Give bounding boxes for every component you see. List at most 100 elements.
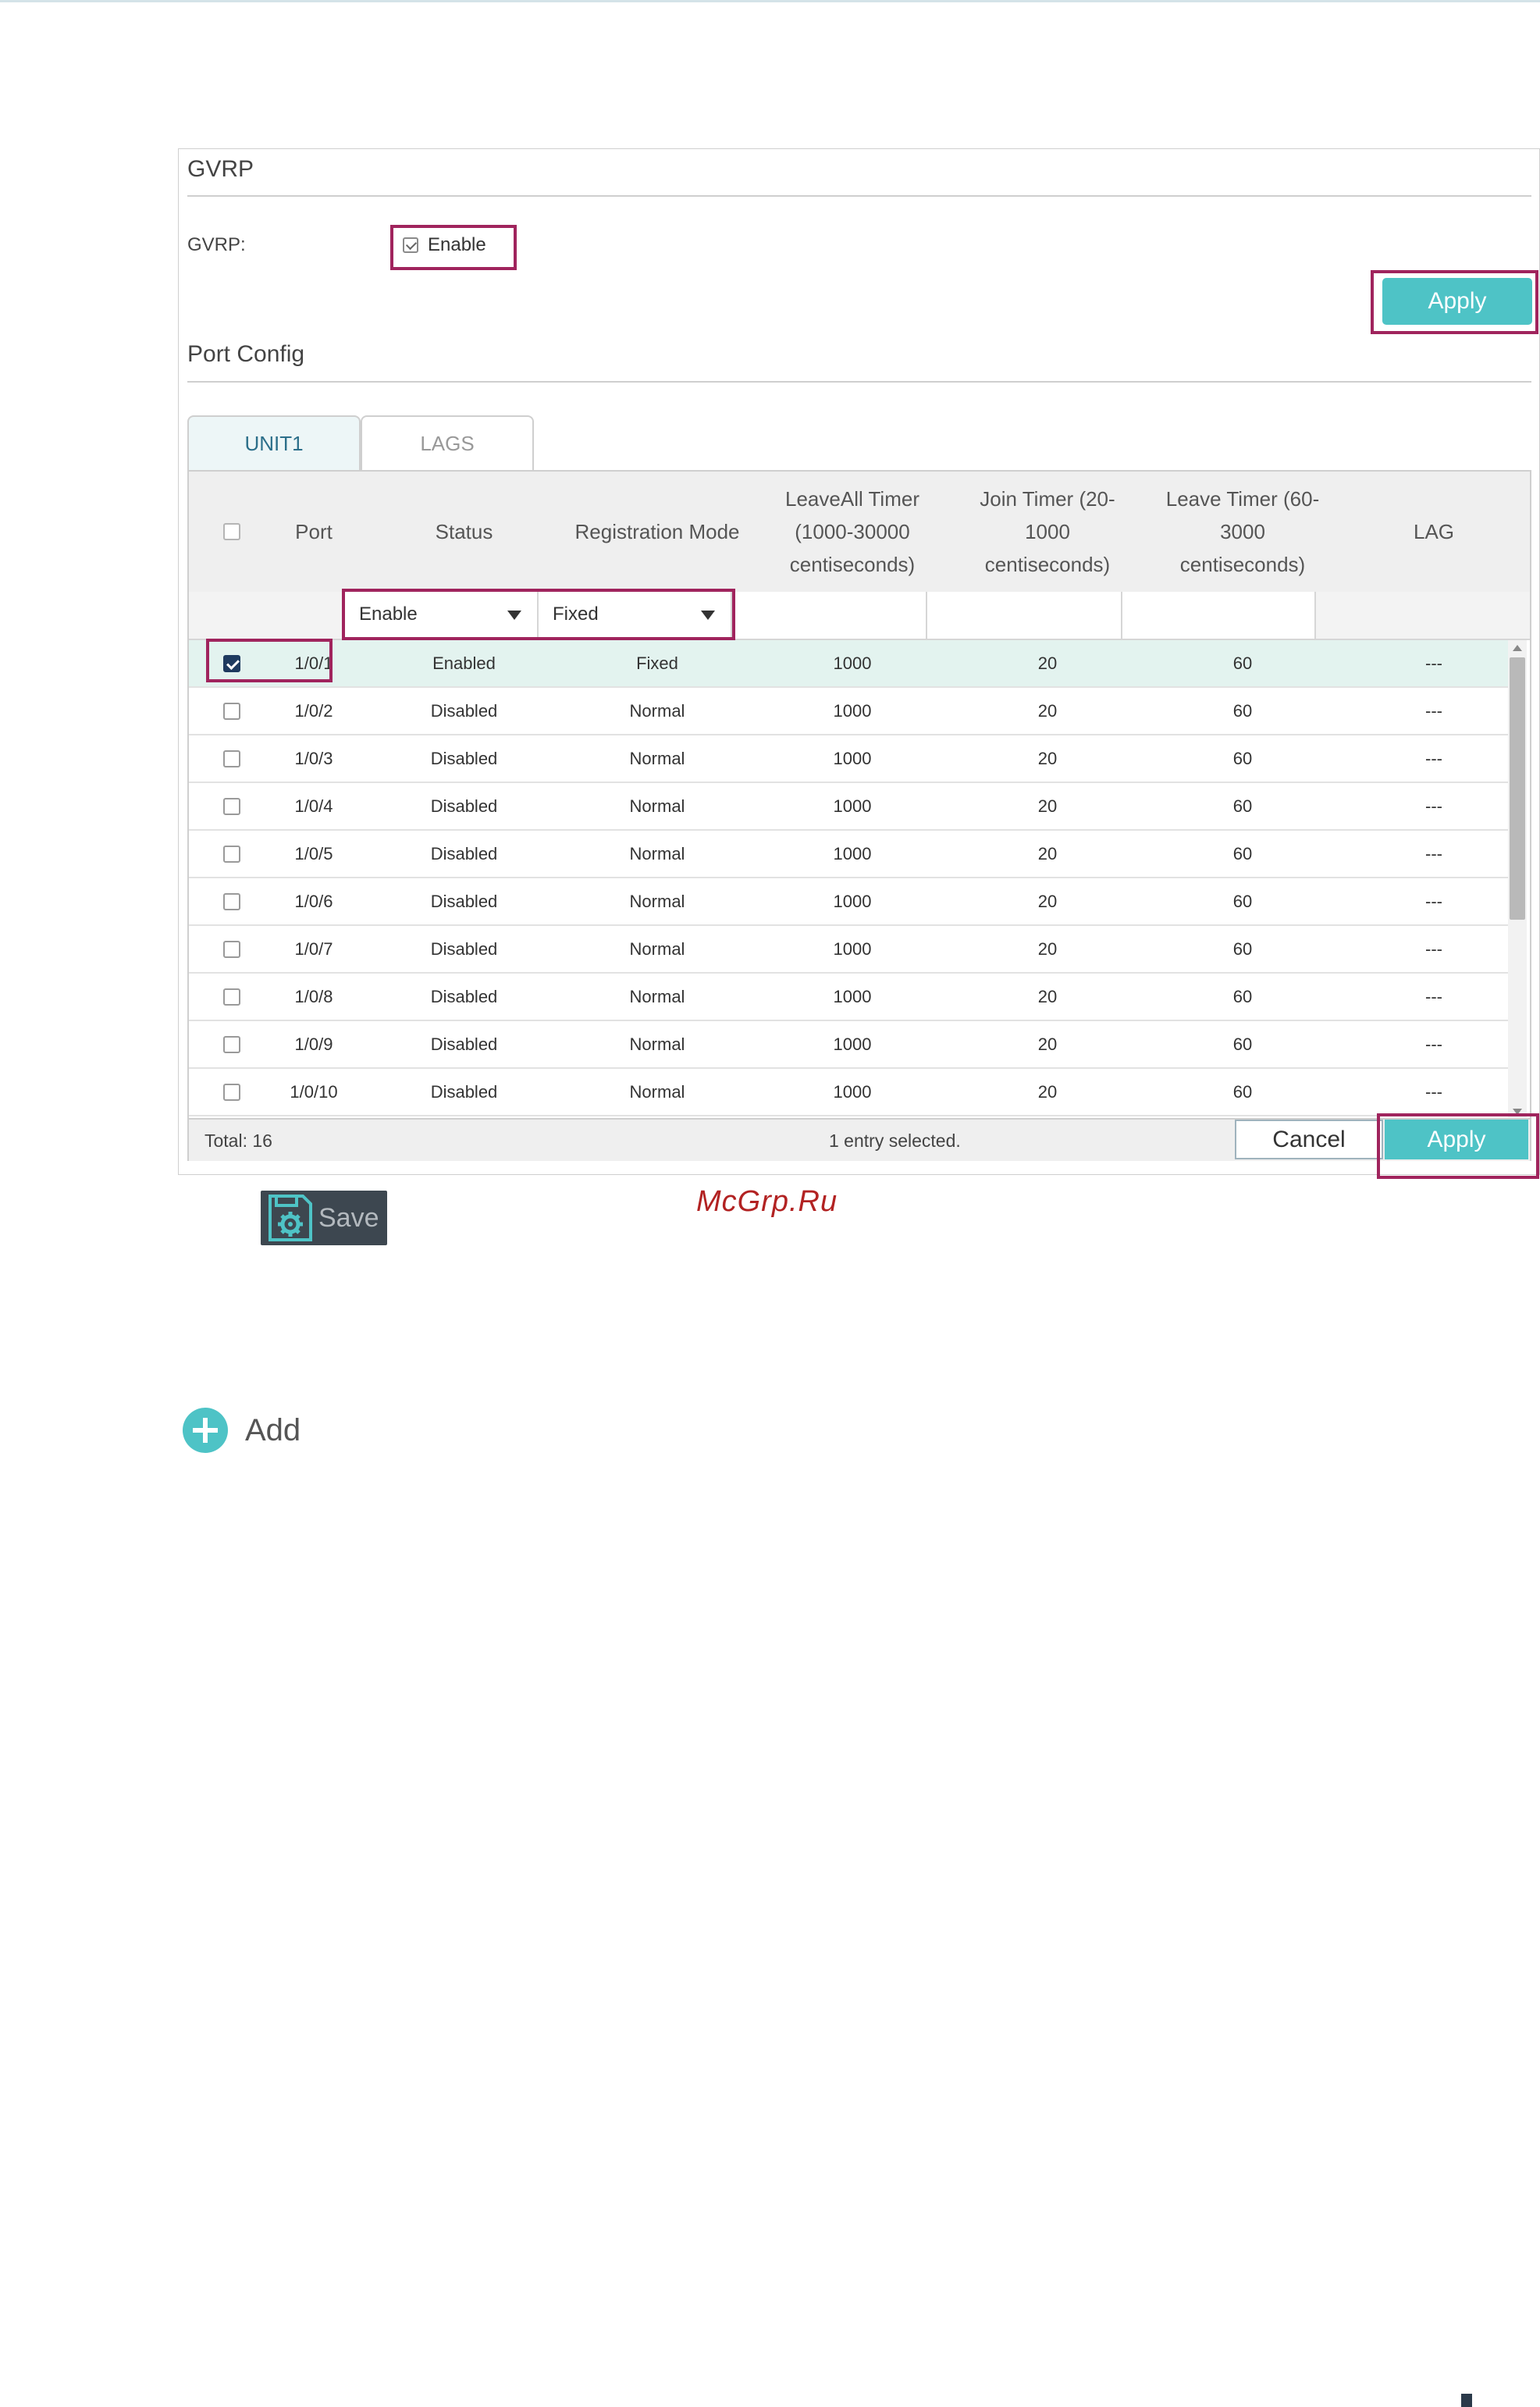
cell-lag: --- [1425, 1034, 1442, 1054]
cell-lag: --- [1425, 938, 1442, 959]
save-gear-icon [269, 1195, 312, 1241]
col-status: Status [435, 520, 493, 543]
cell-join-timer: 20 [1037, 1081, 1058, 1102]
cell-registration-mode: Normal [629, 843, 685, 863]
cell-registration-mode: Normal [629, 796, 685, 816]
row-checkbox[interactable] [223, 1083, 240, 1101]
table-scrollbar[interactable] [1508, 640, 1527, 1120]
join-timer-input[interactable] [926, 592, 1121, 639]
cell-join-timer: 20 [1037, 748, 1058, 768]
cell-registration-mode: Normal [629, 700, 685, 721]
cell-lag: --- [1425, 986, 1442, 1006]
gvrp-section-title: GVRP [187, 156, 254, 182]
cell-leaveall-timer: 1000 [833, 653, 872, 673]
cell-port: 1/0/4 [294, 796, 333, 816]
cell-port: 1/0/6 [294, 891, 333, 911]
cell-status: Disabled [430, 1034, 498, 1054]
select-all-checkbox[interactable] [223, 523, 240, 540]
cell-status: Disabled [430, 748, 498, 768]
table-row[interactable]: 1/0/10 Disabled Normal 1000 20 60 --- [189, 1069, 1508, 1116]
table-footer: Total: 16 1 entry selected. Cancel Apply [189, 1118, 1530, 1161]
table-row[interactable]: 1/0/2 Disabled Normal 1000 20 60 --- [189, 688, 1508, 735]
gvrp-label: GVRP: [187, 234, 246, 255]
scrollbar-thumb[interactable] [1510, 657, 1525, 920]
cell-join-timer: 20 [1037, 653, 1058, 673]
cell-join-timer: 20 [1037, 843, 1058, 863]
cell-status: Disabled [430, 700, 498, 721]
table-body: 1/0/1 Enabled Fixed 1000 20 60 --- 1/0/2 Disable… [189, 640, 1508, 1120]
cell-lag: --- [1425, 843, 1442, 863]
leave-timer-input[interactable] [1121, 592, 1316, 639]
cell-lag: --- [1425, 1081, 1442, 1102]
cell-leave-timer: 60 [1232, 748, 1253, 768]
cancel-button[interactable]: Cancel [1235, 1120, 1383, 1159]
cell-status: Disabled [430, 891, 498, 911]
cell-leaveall-timer: 1000 [833, 891, 872, 911]
cell-leave-timer: 60 [1232, 891, 1253, 911]
table-row[interactable]: 1/0/1 Enabled Fixed 1000 20 60 --- [189, 640, 1508, 688]
cell-registration-mode: Fixed [636, 653, 678, 673]
gvrp-divider [187, 195, 1531, 197]
row-checkbox[interactable] [223, 1035, 240, 1053]
cell-leaveall-timer: 1000 [833, 748, 872, 768]
row-checkbox[interactable] [223, 940, 240, 958]
table-header: Port Status Registration Mode LeaveAll T… [189, 472, 1530, 593]
row-checkbox[interactable] [223, 750, 240, 767]
cell-join-timer: 20 [1037, 891, 1058, 911]
cell-leave-timer: 60 [1232, 1081, 1253, 1102]
cell-status: Disabled [430, 796, 498, 816]
table-row[interactable]: 1/0/8 Disabled Normal 1000 20 60 --- [189, 974, 1508, 1021]
cell-registration-mode: Normal [629, 891, 685, 911]
cell-port: 1/0/3 [294, 748, 333, 768]
cell-join-timer: 20 [1037, 1034, 1058, 1054]
col-registration-mode: Registration Mode [574, 520, 740, 543]
table-row[interactable]: 1/0/5 Disabled Normal 1000 20 60 --- [189, 831, 1508, 878]
cell-leave-timer: 60 [1232, 700, 1253, 721]
cell-leave-timer: 60 [1232, 986, 1253, 1006]
table-row[interactable]: 1/0/3 Disabled Normal 1000 20 60 --- [189, 735, 1508, 783]
cell-lag: --- [1425, 748, 1442, 768]
row-checkbox[interactable] [223, 702, 240, 720]
col-join-timer: Join Timer (20- 1000 centiseconds) [980, 487, 1115, 576]
table-row[interactable]: 1/0/9 Disabled Normal 1000 20 60 --- [189, 1021, 1508, 1069]
row-checkbox[interactable] [223, 988, 240, 1006]
cell-status: Enabled [432, 653, 496, 673]
col-leave-timer: Leave Timer (60- 3000 centiseconds) [1165, 487, 1320, 576]
cell-status: Disabled [430, 843, 498, 863]
cell-leave-timer: 60 [1232, 1034, 1253, 1054]
cell-status: Disabled [430, 938, 498, 959]
table-row[interactable]: 1/0/6 Disabled Normal 1000 20 60 --- [189, 878, 1508, 926]
scroll-up-icon[interactable] [1513, 645, 1522, 651]
table-row[interactable]: 1/0/4 Disabled Normal 1000 20 60 --- [189, 783, 1508, 831]
port-table: Port Status Registration Mode LeaveAll T… [187, 470, 1531, 1161]
cell-leave-timer: 60 [1232, 843, 1253, 863]
tab-unit1[interactable]: UNIT1 [187, 415, 361, 470]
table-row[interactable]: 1/0/7 Disabled Normal 1000 20 60 --- [189, 926, 1508, 974]
cell-lag: --- [1425, 653, 1442, 673]
top-rule [0, 0, 1540, 2]
highlight-selected-port [206, 639, 333, 682]
add-button[interactable]: Add [183, 1405, 301, 1455]
cell-registration-mode: Normal [629, 748, 685, 768]
cell-join-timer: 20 [1037, 986, 1058, 1006]
cell-port: 1/0/10 [290, 1081, 338, 1102]
cell-leaveall-timer: 1000 [833, 986, 872, 1006]
save-button[interactable]: Save [261, 1191, 387, 1245]
cell-registration-mode: Normal [629, 986, 685, 1006]
cell-lag: --- [1425, 700, 1442, 721]
tab-lags[interactable]: LAGS [361, 415, 534, 470]
cell-port: 1/0/8 [294, 986, 333, 1006]
col-leaveall-timer: LeaveAll Timer (1000-30000 centiseconds) [785, 487, 919, 576]
selection-status: 1 entry selected. [829, 1131, 961, 1151]
row-checkbox[interactable] [223, 892, 240, 910]
row-checkbox[interactable] [223, 845, 240, 863]
cell-port: 1/0/5 [294, 843, 333, 863]
cell-join-timer: 20 [1037, 938, 1058, 959]
save-label: Save [318, 1202, 379, 1233]
cell-leaveall-timer: 1000 [833, 1081, 872, 1102]
cell-leaveall-timer: 1000 [833, 700, 872, 721]
highlight-apply-button [1377, 1113, 1539, 1179]
row-checkbox[interactable] [223, 797, 240, 815]
cell-lag: --- [1425, 891, 1442, 911]
leaveall-timer-input[interactable] [732, 592, 926, 639]
